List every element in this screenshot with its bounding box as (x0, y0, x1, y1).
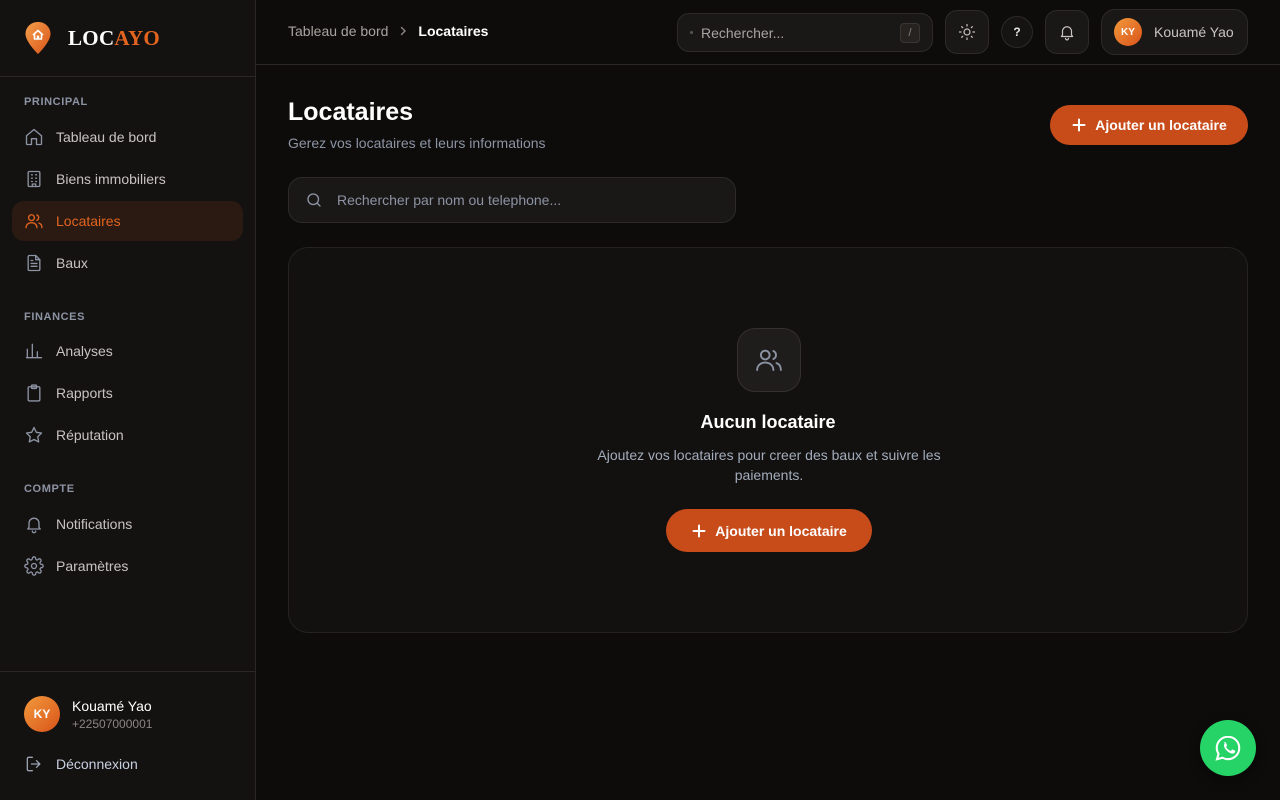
users-icon (756, 349, 782, 371)
search-icon (307, 193, 321, 207)
theme-toggle-button[interactable] (945, 10, 989, 54)
sidebar-footer: KY Kouamé Yao +22507000001 Déconnexion (0, 671, 255, 800)
logout-button[interactable]: Déconnexion (24, 754, 138, 774)
star-icon (25, 426, 43, 443)
nav-section-principal: PRINCIPAL (24, 96, 88, 108)
notifications-button[interactable] (1045, 10, 1089, 54)
sidebar-item-label: Baux (56, 255, 88, 271)
add-tenant-button-label: Ajouter un locataire (1095, 117, 1227, 133)
sidebar-item-label: Réputation (56, 427, 124, 443)
logout-icon (26, 756, 41, 772)
add-tenant-button[interactable]: Ajouter un locataire (1050, 105, 1248, 145)
search-shortcut-badge: / (900, 23, 920, 43)
page-title: Locataires (288, 98, 414, 126)
avatar: KY (1114, 18, 1142, 46)
sidebar-item-label: Tableau de bord (56, 129, 157, 145)
sidebar-item-reputation[interactable]: Réputation (12, 415, 243, 455)
sidebar-item-label: Rapports (56, 385, 113, 401)
bar-chart-icon (25, 343, 43, 359)
brand-logo[interactable]: LOCAYO (0, 0, 255, 77)
empty-state-description: Ajoutez vos locataires pour creer des ba… (597, 447, 941, 483)
search-dot-icon (690, 31, 693, 34)
sidebar-item-analyses[interactable]: Analyses (12, 331, 243, 371)
empty-state-icon-box (737, 328, 801, 392)
user-menu-button[interactable]: KY Kouamé Yao (1101, 9, 1248, 55)
help-button[interactable]: ? (1001, 16, 1033, 48)
whatsapp-chat-button[interactable] (1200, 720, 1256, 776)
building-icon (27, 170, 41, 188)
user-name: Kouamé Yao (72, 697, 152, 714)
empty-state-add-tenant-button[interactable]: Ajouter un locataire (666, 509, 872, 552)
sidebar-item-label: Biens immobiliers (56, 171, 166, 187)
sidebar-item-label: Analyses (56, 343, 113, 359)
plus-icon (692, 524, 706, 537)
tenant-search[interactable] (288, 177, 736, 223)
sidebar-item-rapports[interactable]: Rapports (12, 373, 243, 413)
bell-icon (1060, 26, 1074, 41)
nav-section-finances: FINANCES (24, 311, 86, 323)
logout-label: Déconnexion (56, 756, 138, 772)
sidebar-item-parametres[interactable]: Paramètres (12, 546, 243, 586)
global-search-input[interactable] (701, 24, 891, 41)
topbar: Tableau de bord Locataires / ? KY Kouamé… (256, 0, 1280, 65)
avatar: KY (24, 696, 60, 732)
tenant-search-input[interactable] (337, 192, 717, 208)
home-icon (25, 128, 43, 146)
users-icon (25, 214, 43, 229)
sidebar-item-baux[interactable]: Baux (12, 243, 243, 283)
brand-name-part1: LOC (68, 25, 115, 50)
sidebar: LOCAYO PRINCIPAL Tableau de bord Biens i… (0, 0, 256, 800)
empty-state-title: Aucun locataire (700, 412, 836, 432)
sidebar-item-label: Paramètres (56, 558, 129, 574)
document-icon (27, 254, 41, 272)
clipboard-icon (27, 384, 41, 402)
gear-icon (24, 556, 44, 576)
breadcrumb-parent-link[interactable]: Tableau de bord (288, 23, 388, 39)
sidebar-item-notifications[interactable]: Notifications (12, 504, 243, 544)
sidebar-item-label: Locataires (56, 213, 121, 229)
user-phone: +22507000001 (72, 716, 153, 731)
sun-icon (958, 23, 976, 41)
page-subtitle: Gerez vos locataires et leurs informatio… (288, 135, 546, 151)
sidebar-item-label: Notifications (56, 516, 133, 532)
whatsapp-icon (1215, 735, 1241, 761)
sidebar-user: KY Kouamé Yao +22507000001 (24, 696, 152, 732)
global-search[interactable]: / (677, 13, 933, 52)
brand-name-part2: AYO (114, 25, 161, 50)
empty-state-button-label: Ajouter un locataire (715, 522, 847, 539)
sidebar-item-locataires[interactable]: Locataires (12, 201, 243, 241)
plus-icon (1072, 118, 1086, 132)
chevron-right-icon (401, 26, 407, 36)
brand-name: LOCAYO (68, 26, 160, 51)
breadcrumb-current: Locataires (418, 23, 489, 39)
sidebar-item-biens-immobiliers[interactable]: Biens immobiliers (12, 159, 243, 199)
empty-state-card: Aucun locataire Ajoutez vos locataires p… (288, 247, 1248, 633)
user-menu-name: Kouamé Yao (1154, 24, 1234, 40)
breadcrumb: Tableau de bord Locataires (288, 23, 488, 39)
nav-section-compte: COMPTE (24, 483, 75, 495)
sidebar-item-tableau-de-bord[interactable]: Tableau de bord (12, 117, 243, 157)
bell-icon (27, 517, 41, 534)
location-pin-logo-icon (25, 22, 51, 54)
